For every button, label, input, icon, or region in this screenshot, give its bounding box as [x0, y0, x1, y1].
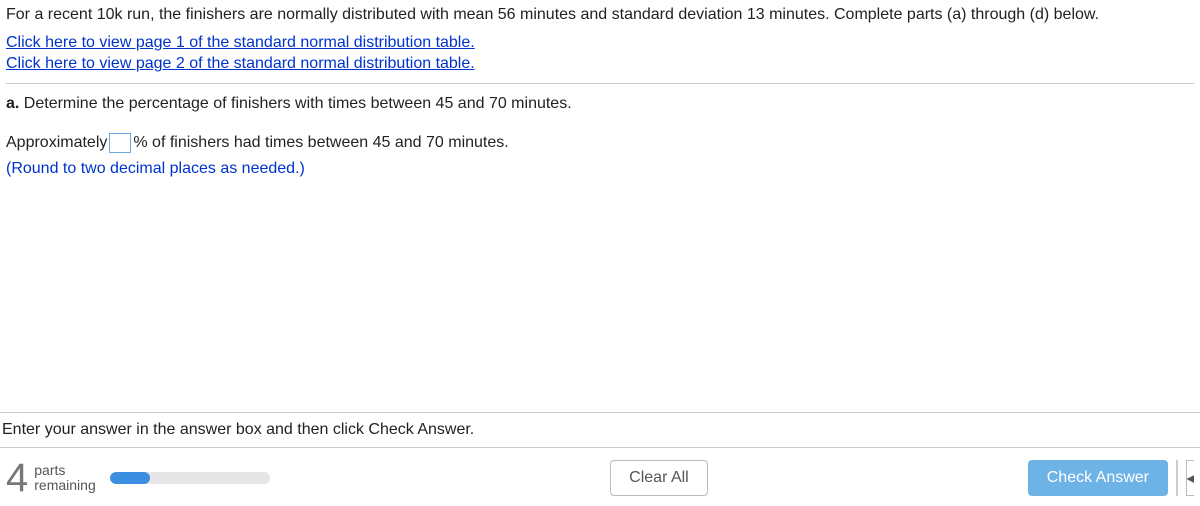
parts-label-top: parts: [34, 463, 95, 478]
submit-instruction-bar: Enter your answer in the answer box and …: [0, 412, 1200, 448]
section-divider: [6, 83, 1194, 84]
answer-suffix: % of finishers had times between 45 and …: [133, 130, 508, 156]
parts-remaining: 4 parts remaining: [6, 458, 96, 498]
clear-all-button[interactable]: Clear All: [610, 460, 708, 496]
problem-intro: For a recent 10k run, the finishers are …: [6, 4, 1194, 26]
submit-instruction-text: Enter your answer in the answer box and …: [0, 421, 1200, 439]
percentage-input[interactable]: [109, 133, 131, 153]
parts-remaining-label: parts remaining: [34, 463, 95, 494]
part-a-answer-line: Approximately % of finishers had times b…: [6, 130, 1194, 156]
reference-links: Click here to view page 1 of the standar…: [6, 32, 1194, 75]
next-button-partial[interactable]: ◄: [1186, 460, 1194, 496]
link-table-page-1[interactable]: Click here to view page 1 of the standar…: [6, 32, 1194, 54]
footer-bar: 4 parts remaining Clear All Check Answer…: [0, 450, 1200, 506]
part-a-label: a.: [6, 95, 19, 112]
answer-prefix: Approximately: [6, 130, 107, 156]
part-a-text: Determine the percentage of finishers wi…: [19, 95, 571, 112]
link-table-page-2[interactable]: Click here to view page 2 of the standar…: [6, 53, 1194, 75]
progress-fill: [110, 472, 150, 484]
parts-label-bottom: remaining: [34, 478, 95, 493]
part-a-question: a. Determine the percentage of finishers…: [6, 92, 1194, 116]
rounding-hint: (Round to two decimal places as needed.): [6, 157, 1194, 181]
parts-remaining-number: 4: [6, 458, 28, 498]
check-answer-button[interactable]: Check Answer: [1028, 460, 1168, 496]
progress-bar: [110, 472, 270, 484]
footer-divider: [1176, 460, 1178, 496]
